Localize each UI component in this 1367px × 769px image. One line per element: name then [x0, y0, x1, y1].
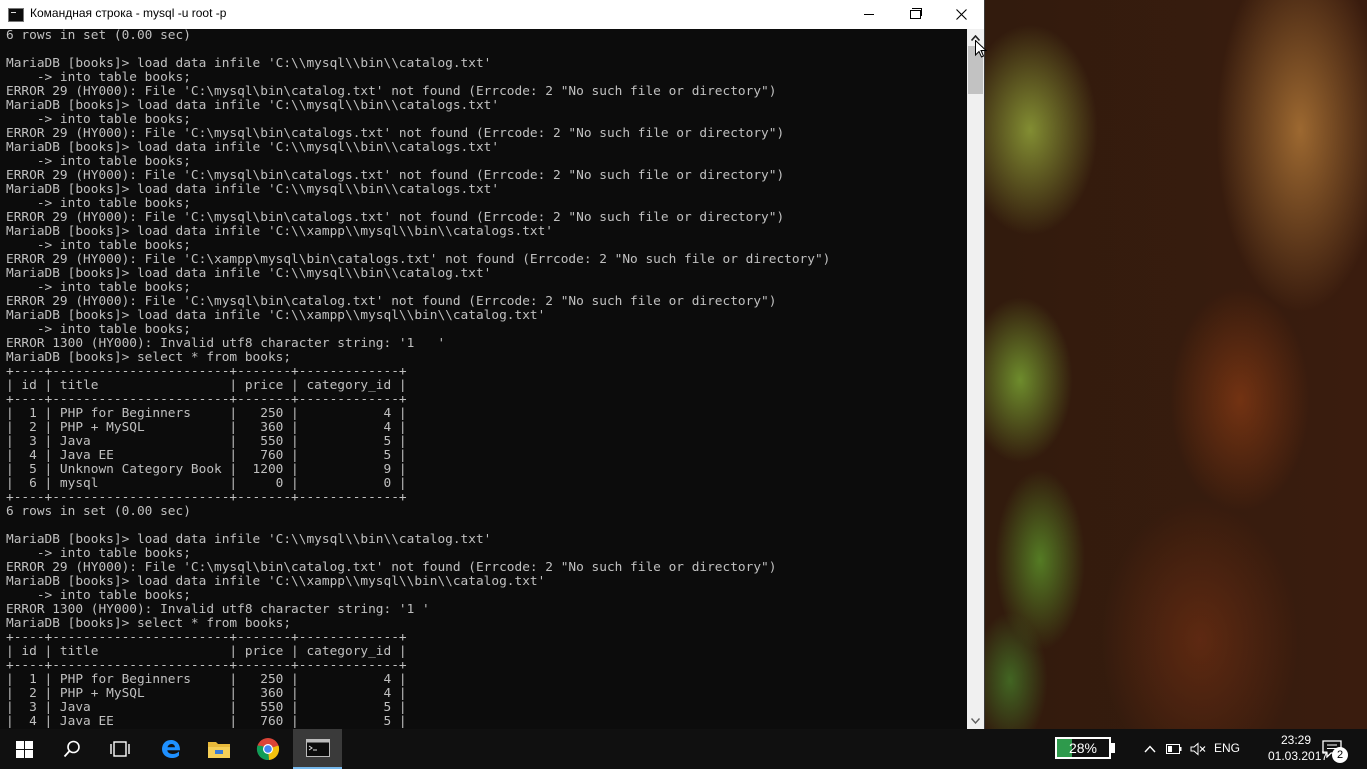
chrome-icon — [256, 738, 280, 761]
scroll-down-button[interactable] — [967, 712, 984, 729]
taskbar: 28% ENG 23:29 01.03.2017 — [0, 729, 1367, 769]
console-line: | 1 | PHP for Beginners | 250 | 4 | — [6, 406, 407, 421]
console-line: | 2 | PHP + MySQL | 360 | 4 | — [6, 686, 407, 701]
console-line: 6 rows in set (0.00 sec) — [6, 29, 191, 43]
console-line: +----+-----------------------+-------+--… — [6, 658, 407, 673]
restore-icon — [909, 8, 922, 19]
window-title: Командная строка - mysql -u root -p — [30, 6, 227, 20]
edge-taskbar-button[interactable] — [147, 729, 195, 769]
battery-icon — [1166, 744, 1182, 754]
console-line: ERROR 29 (HY000): File 'C:\mysql\bin\cat… — [6, 294, 777, 309]
console-line: -> into table books; — [6, 112, 191, 127]
console-line: 6 rows in set (0.00 sec) — [6, 504, 191, 519]
language-indicator[interactable]: ENG — [1214, 741, 1240, 755]
console-line: -> into table books; — [6, 280, 191, 295]
command-prompt-taskbar-button[interactable] — [293, 729, 342, 769]
power-status-button[interactable] — [1165, 740, 1183, 758]
command-prompt-icon — [305, 739, 330, 757]
file-explorer-icon — [208, 742, 230, 758]
console-line: MariaDB [books]> load data infile 'C:\\m… — [6, 140, 500, 155]
chrome-taskbar-button[interactable] — [244, 729, 292, 769]
console-line: | 4 | Java EE | 760 | 5 | — [6, 448, 407, 463]
command-prompt-icon — [8, 8, 24, 22]
console-line: | 3 | Java | 550 | 5 | — [6, 700, 407, 715]
edge-icon — [162, 740, 181, 758]
console-line: +----+-----------------------+-------+--… — [6, 490, 407, 505]
window-titlebar[interactable]: Командная строка - mysql -u root -p — [0, 0, 984, 29]
console-line: | 6 | mysql | 0 | 0 | — [6, 476, 407, 491]
console-line: +----+-----------------------+-------+--… — [6, 364, 407, 379]
battery-tip — [1111, 743, 1115, 753]
console-line: ERROR 29 (HY000): File 'C:\xampp\mysql\b… — [6, 252, 831, 267]
mouse-cursor-icon — [975, 40, 987, 58]
clock-date: 01.03.2017 — [1268, 749, 1329, 763]
console-line: ERROR 29 (HY000): File 'C:\mysql\bin\cat… — [6, 168, 785, 183]
start-button[interactable] — [0, 729, 48, 769]
console-line: -> into table books; — [6, 546, 191, 561]
console-line: | 2 | PHP + MySQL | 360 | 4 | — [6, 420, 407, 435]
console-line: -> into table books; — [6, 196, 191, 211]
file-explorer-taskbar-button[interactable] — [195, 729, 243, 769]
speaker-muted-icon — [1190, 742, 1206, 756]
volume-button[interactable] — [1189, 740, 1207, 758]
command-prompt-window[interactable]: Командная строка - mysql -u root -p 6 ro… — [0, 0, 984, 729]
console-lines: 6 rows in set (0.00 sec) MariaDB [books]>… — [0, 29, 967, 729]
clock[interactable]: 23:29 01.03.2017 — [1268, 732, 1329, 764]
search-icon — [63, 740, 80, 758]
console-line: ERROR 29 (HY000): File 'C:\mysql\bin\cat… — [6, 560, 777, 575]
close-icon — [955, 9, 967, 20]
console-line: | id | title | price | category_id | — [6, 378, 407, 393]
windows-start-icon — [15, 740, 33, 758]
task-view-button[interactable] — [96, 729, 144, 769]
console-line: +----+-----------------------+-------+--… — [6, 630, 407, 645]
battery-percent: 28% — [1068, 740, 1098, 756]
console-line: ERROR 29 (HY000): File 'C:\mysql\bin\cat… — [6, 210, 785, 225]
console-line: -> into table books; — [6, 322, 191, 337]
console-line: MariaDB [books]> load data infile 'C:\\x… — [6, 308, 546, 323]
console-line: | id | title | price | category_id | — [6, 644, 407, 659]
console-line: | 3 | Java | 550 | 5 | — [6, 434, 407, 449]
console-line: | 4 | Java EE | 760 | 5 | — [6, 714, 407, 729]
console-line: -> into table books; — [6, 588, 191, 603]
console-line: MariaDB [books]> load data infile 'C:\\x… — [6, 574, 546, 589]
console-line: MariaDB [books]> load data infile 'C:\\m… — [6, 532, 492, 547]
chevron-down-icon — [971, 717, 980, 724]
minimize-icon — [864, 14, 874, 15]
restore-button[interactable] — [892, 0, 938, 29]
console-line: +----+-----------------------+-------+--… — [6, 392, 407, 407]
console-line: MariaDB [books]> load data infile 'C:\\m… — [6, 182, 500, 197]
console-line: -> into table books; — [6, 154, 191, 169]
console-line: MariaDB [books]> select * from books; — [6, 616, 292, 631]
close-button[interactable] — [938, 0, 984, 29]
vertical-scrollbar[interactable] — [967, 29, 984, 729]
chevron-up-icon — [1144, 745, 1156, 753]
battery-meter[interactable]: 28% — [1055, 737, 1111, 759]
console-line: ERROR 1300 (HY000): Invalid utf8 charact… — [6, 602, 430, 617]
console-line: MariaDB [books]> select * from books; — [6, 350, 292, 365]
clock-time: 23:29 — [1280, 733, 1312, 747]
console-line: -> into table books; — [6, 238, 191, 253]
console-line: MariaDB [books]> load data infile 'C:\\m… — [6, 98, 500, 113]
console-line: -> into table books; — [6, 70, 191, 85]
console-line: ERROR 29 (HY000): File 'C:\mysql\bin\cat… — [6, 126, 785, 141]
console-line: | 1 | PHP for Beginners | 250 | 4 | — [6, 672, 407, 687]
search-button[interactable] — [48, 729, 96, 769]
console-line: ERROR 29 (HY000): File 'C:\mysql\bin\cat… — [6, 84, 777, 99]
notification-count-badge: 2 — [1332, 747, 1348, 763]
console-line: MariaDB [books]> load data infile 'C:\\x… — [6, 224, 554, 239]
console-line: | 5 | Unknown Category Book | 1200 | 9 | — [6, 462, 407, 477]
minimize-button[interactable] — [846, 0, 892, 29]
show-hidden-icons-button[interactable] — [1141, 740, 1159, 758]
console-output[interactable]: 6 rows in set (0.00 sec) MariaDB [books]>… — [0, 29, 967, 729]
console-line: MariaDB [books]> load data infile 'C:\\m… — [6, 56, 492, 71]
console-line: ERROR 1300 (HY000): Invalid utf8 charact… — [6, 336, 446, 351]
task-view-icon — [110, 741, 130, 757]
console-line: MariaDB [books]> load data infile 'C:\\m… — [6, 266, 492, 281]
